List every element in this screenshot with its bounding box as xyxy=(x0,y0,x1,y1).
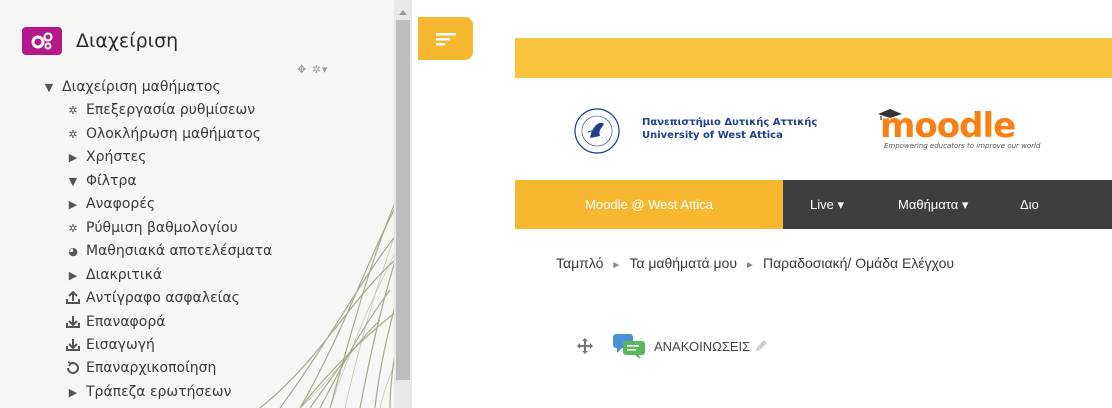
tree-item-course-completion[interactable]: ✲ Ολοκλήρωση μαθήματος xyxy=(64,123,261,145)
tree-item-label: Τράπεζα ερωτήσεων xyxy=(86,384,232,400)
tree-item-label: Διακριτικά xyxy=(86,267,163,283)
move-icon[interactable] xyxy=(576,337,594,355)
caret-down-icon: ▼ xyxy=(44,80,54,94)
reset-icon xyxy=(64,360,82,376)
tree-item-filters[interactable]: ▼ Φίλτρα xyxy=(64,170,137,192)
breadcrumb-separator: ► xyxy=(745,260,755,271)
tree-item-badges[interactable]: ▶ Διακριτικά xyxy=(64,264,162,286)
download-icon xyxy=(64,314,82,330)
breadcrumb-item-my-courses[interactable]: Τα μαθήματά μου xyxy=(629,255,737,271)
tree-item-reset[interactable]: Επαναρχικοποίηση xyxy=(64,357,216,379)
breadcrumb-item-course[interactable]: Παραδοσιακή/ Ομάδα Ελέγχου xyxy=(763,255,954,271)
moodle-tagline: Empowering educators to improve our worl… xyxy=(884,142,1041,150)
tree-item-label: Διαχείριση μαθήματος xyxy=(62,79,221,95)
tree-item-edit-settings[interactable]: ✲ Επεξεργασία ρυθμίσεων xyxy=(64,99,255,121)
tree-item-outcomes[interactable]: ◕ Μαθησιακά αποτελέσματα xyxy=(64,240,272,262)
top-banner xyxy=(515,38,1112,78)
nav-more-item[interactable]: Διο xyxy=(1020,180,1039,229)
caret-right-icon: ▶ xyxy=(68,197,78,211)
gear-icon: ✲ xyxy=(68,221,78,235)
forum-icon[interactable] xyxy=(612,333,646,359)
admin-block-title: Διαχείριση xyxy=(76,30,179,52)
scroll-up-arrow-icon[interactable] xyxy=(394,6,412,18)
university-name-english: University of West Attica xyxy=(642,130,783,141)
breadcrumb-item-dashboard[interactable]: Ταμπλό xyxy=(556,255,603,271)
gear-icon: ✲ xyxy=(68,103,78,117)
drawer-toggle-button[interactable] xyxy=(418,17,473,60)
tree-item-gradebook-setup[interactable]: ✲ Ρύθμιση βαθμολογίου xyxy=(64,217,238,239)
main-navbar: Moodle @ West Attica Live ▾ Μαθήματα ▾ Δ… xyxy=(515,180,1112,229)
tree-item-import[interactable]: Εισαγωγή xyxy=(64,334,155,356)
breadcrumb: Ταμπλό ► Τα μαθήματά μου ► Παραδοσιακή/ Ομάδ… xyxy=(556,255,954,271)
gear-icon: ✲ xyxy=(68,127,78,141)
filter-icon: ▼ xyxy=(68,174,78,188)
sidebar-scrollbar[interactable] xyxy=(394,0,412,408)
nav-courses-dropdown[interactable]: Μαθήματα ▾ xyxy=(898,180,968,229)
forum-activity-row: ΑΝΑΚΟΙΝΩΣΕΙΣ xyxy=(576,333,768,359)
tree-item-label: Φίλτρα xyxy=(86,173,137,189)
tree-item-label: Μαθησιακά αποτελέσματα xyxy=(86,243,273,259)
puzzle-icon: ◕ xyxy=(68,244,78,258)
tree-item-label: Επαναρχικοποίηση xyxy=(86,360,217,376)
edit-pencil-icon[interactable] xyxy=(754,339,768,353)
tree-item-label: Ολοκλήρωση μαθήματος xyxy=(86,126,262,142)
menu-icon xyxy=(435,32,456,45)
university-name-greek: Πανεπιστήμιο Δυτικής Αττικής xyxy=(642,117,818,128)
caret-right-icon: ▶ xyxy=(68,268,78,282)
moodle-logo[interactable]: moodle xyxy=(880,106,1016,146)
admin-block-header: Διαχείριση xyxy=(22,27,178,55)
move-block-icon[interactable]: ✥ xyxy=(297,63,307,76)
tree-item-restore[interactable]: Επαναφορά xyxy=(64,311,165,333)
tree-item-course-admin[interactable]: ▼ Διαχείριση μαθήματος xyxy=(40,76,221,98)
tree-item-label: Αντίγραφο ασφαλείας xyxy=(86,290,240,306)
nav-home-link[interactable]: Moodle @ West Attica xyxy=(515,180,783,229)
forum-title[interactable]: ΑΝΑΚΟΙΝΩΣΕΙΣ xyxy=(654,339,750,354)
tree-item-question-bank[interactable]: ▶ Τράπεζα ερωτήσεων xyxy=(64,381,232,403)
download-icon xyxy=(64,337,82,353)
caret-right-icon: ▶ xyxy=(68,150,78,164)
tree-item-label: Χρήστες xyxy=(86,149,147,165)
tree-item-reports[interactable]: ▶ Αναφορές xyxy=(64,193,155,215)
tree-item-users[interactable]: ▶ Χρήστες xyxy=(64,146,147,168)
tree-item-label: Ρύθμιση βαθμολογίου xyxy=(86,220,238,236)
gear-icon[interactable]: ✲▾ xyxy=(312,63,329,76)
scrollbar-thumb[interactable] xyxy=(396,20,410,380)
block-actions-menu[interactable]: ✥ ✲▾ xyxy=(297,63,328,76)
breadcrumb-separator: ► xyxy=(611,260,622,271)
tree-item-label: Επεξεργασία ρυθμίσεων xyxy=(86,102,256,118)
settings-block-icon xyxy=(22,27,62,55)
tree-item-label: Εισαγωγή xyxy=(86,337,155,353)
upload-icon xyxy=(64,290,82,306)
tree-item-label: Επαναφορά xyxy=(86,314,166,330)
caret-right-icon: ▶ xyxy=(68,385,78,399)
university-seal-logo[interactable] xyxy=(566,106,628,156)
nav-live-dropdown[interactable]: Live ▾ xyxy=(810,180,844,229)
admin-sidebar: Διαχείριση ✥ ✲▾ ▼ Διαχείριση μαθήματος ✲… xyxy=(0,0,412,408)
tree-item-label: Αναφορές xyxy=(86,196,156,212)
grass-background-image xyxy=(0,0,412,408)
tree-item-backup[interactable]: Αντίγραφο ασφαλείας xyxy=(64,287,240,309)
